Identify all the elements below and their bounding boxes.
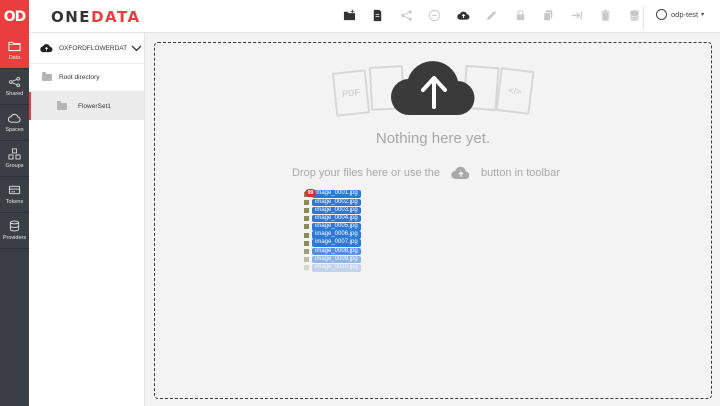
image-thumbnail-icon bbox=[304, 265, 309, 271]
image-thumbnail-icon bbox=[304, 224, 309, 230]
nav-item-providers[interactable]: Providers bbox=[0, 213, 29, 249]
user-name: odp-test bbox=[671, 9, 699, 19]
dragged-file-name: image_0004.jpg bbox=[312, 214, 361, 223]
image-thumbnail-icon bbox=[304, 232, 309, 238]
dragged-file-item: image_0004.jpg bbox=[304, 214, 366, 223]
share-icon bbox=[8, 76, 21, 88]
tree-item-root-directory[interactable]: Root directory bbox=[29, 64, 144, 92]
move-icon[interactable] bbox=[563, 6, 592, 24]
copy-icon[interactable] bbox=[535, 6, 564, 24]
user-avatar-icon bbox=[656, 8, 667, 20]
dragged-file-name: image_0009.jpg bbox=[312, 255, 361, 264]
upload-icon bbox=[451, 166, 470, 180]
flowerset1-label: FlowerSet1 bbox=[78, 102, 111, 110]
tokens-icon bbox=[8, 185, 21, 195]
dragged-file-name: image_0005.jpg bbox=[312, 223, 361, 231]
logo-mark: OD bbox=[3, 8, 27, 25]
image-thumbnail-icon bbox=[304, 199, 309, 205]
pdf-file-icon: PDF bbox=[331, 69, 371, 117]
data-icon bbox=[8, 41, 21, 52]
dragged-file-name: image_0008.jpg bbox=[312, 247, 361, 256]
folder-icon bbox=[57, 100, 67, 110]
nav-label-shared: Shared bbox=[5, 91, 24, 97]
brand-part-one: ONE bbox=[51, 8, 92, 26]
empty-state-hint: Drop your files here or use the button i… bbox=[292, 166, 560, 180]
dragged-file-name: image_0001.jpg bbox=[312, 190, 361, 198]
dragged-file-item: image_0003.jpg bbox=[304, 206, 366, 215]
dragged-file-name: image_0003.jpg bbox=[312, 206, 361, 215]
nav-label-spaces: Spaces bbox=[5, 127, 24, 133]
providers-icon bbox=[9, 220, 20, 232]
upload-icon[interactable] bbox=[449, 6, 478, 24]
code-ghost-label: </> bbox=[507, 85, 523, 97]
directory-sidebar: OXFORDFLOWERDAT... Root directory Flower… bbox=[29, 33, 145, 406]
onedata-logo[interactable]: OD bbox=[0, 0, 29, 33]
dragged-file-item: image_0005.jpg bbox=[304, 223, 366, 231]
folder-icon bbox=[42, 72, 52, 81]
nav-item-spaces[interactable]: Spaces bbox=[0, 105, 29, 141]
dragged-files-count-badge: 99 bbox=[305, 189, 316, 197]
dragged-file-item: image_0006.jpg bbox=[304, 231, 366, 239]
permissions-icon[interactable] bbox=[506, 6, 535, 24]
root-directory-label: Root directory bbox=[59, 74, 100, 81]
brand-part-two: DATA bbox=[91, 8, 141, 26]
chevron-down-icon[interactable] bbox=[131, 45, 142, 52]
rename-icon[interactable] bbox=[478, 6, 507, 24]
dragged-file-item: image_0010.jpg bbox=[304, 264, 366, 272]
dragged-file-item: image_0007.jpg bbox=[304, 239, 366, 247]
nav-label-groups: Groups bbox=[5, 163, 24, 169]
metadata-icon[interactable] bbox=[421, 6, 450, 24]
hint-text-after: button in toolbar bbox=[480, 167, 560, 179]
dragged-file-item: image_0008.jpg bbox=[304, 247, 366, 256]
nav-label-data: Data bbox=[8, 55, 21, 61]
delete-icon[interactable] bbox=[592, 6, 621, 24]
groups-icon bbox=[8, 148, 21, 160]
dragged-file-item: image_0002.jpg bbox=[304, 198, 366, 207]
space-name: OXFORDFLOWERDAT... bbox=[59, 44, 127, 52]
nav-label-tokens: Tokens bbox=[5, 199, 24, 205]
new-directory-icon[interactable] bbox=[335, 6, 364, 24]
nav-label-providers: Providers bbox=[2, 235, 27, 241]
space-selector[interactable]: OXFORDFLOWERDAT... bbox=[29, 33, 144, 64]
chevron-down-icon: ▾ bbox=[701, 11, 705, 18]
image-thumbnail-icon bbox=[304, 216, 309, 222]
dragged-files-preview: 99 image_0001.jpg image_0002.jpg image_000… bbox=[304, 189, 366, 280]
dragged-file-name: image_0010.jpg bbox=[312, 264, 361, 272]
main-navigation: Data Shared Spaces Groups Tokens Provide… bbox=[0, 33, 29, 406]
brand-title: ONEDATA bbox=[51, 8, 141, 26]
top-bar: OD ONEDATA odp-test ▾ bbox=[0, 0, 720, 33]
nav-item-tokens[interactable]: Tokens bbox=[0, 177, 29, 213]
image-thumbnail-icon bbox=[304, 248, 309, 254]
distribution-icon[interactable] bbox=[620, 6, 649, 24]
dragged-file-name: image_0007.jpg bbox=[312, 239, 361, 247]
cloud-icon bbox=[8, 113, 21, 123]
image-thumbnail-icon bbox=[304, 257, 309, 263]
image-thumbnail-icon bbox=[304, 240, 309, 246]
toolbar-divider bbox=[643, 6, 644, 30]
nav-item-data[interactable]: Data bbox=[0, 33, 29, 69]
pdf-ghost-label: PDF bbox=[341, 87, 361, 99]
tree-item-flowerset1[interactable]: FlowerSet1 bbox=[29, 92, 144, 120]
image-thumbnail-icon bbox=[304, 207, 309, 213]
empty-state-title: Nothing here yet. bbox=[375, 130, 491, 147]
new-file-icon[interactable] bbox=[364, 6, 393, 24]
code-file-icon: </> bbox=[495, 67, 535, 115]
file-toolbar bbox=[335, 6, 649, 24]
nav-item-shared[interactable]: Shared bbox=[0, 69, 29, 105]
space-cloud-icon bbox=[40, 44, 53, 53]
share-icon[interactable] bbox=[392, 6, 421, 24]
dragged-file-name: image_0006.jpg bbox=[312, 231, 361, 239]
dragged-file-item: image_0009.jpg bbox=[304, 255, 366, 264]
dragged-file-name: image_0002.jpg bbox=[312, 198, 361, 207]
nav-item-groups[interactable]: Groups bbox=[0, 141, 29, 177]
user-menu[interactable]: odp-test ▾ bbox=[656, 7, 704, 21]
upload-cloud-icon bbox=[390, 61, 475, 116]
hint-text-before: Drop your files here or use the bbox=[292, 167, 440, 179]
